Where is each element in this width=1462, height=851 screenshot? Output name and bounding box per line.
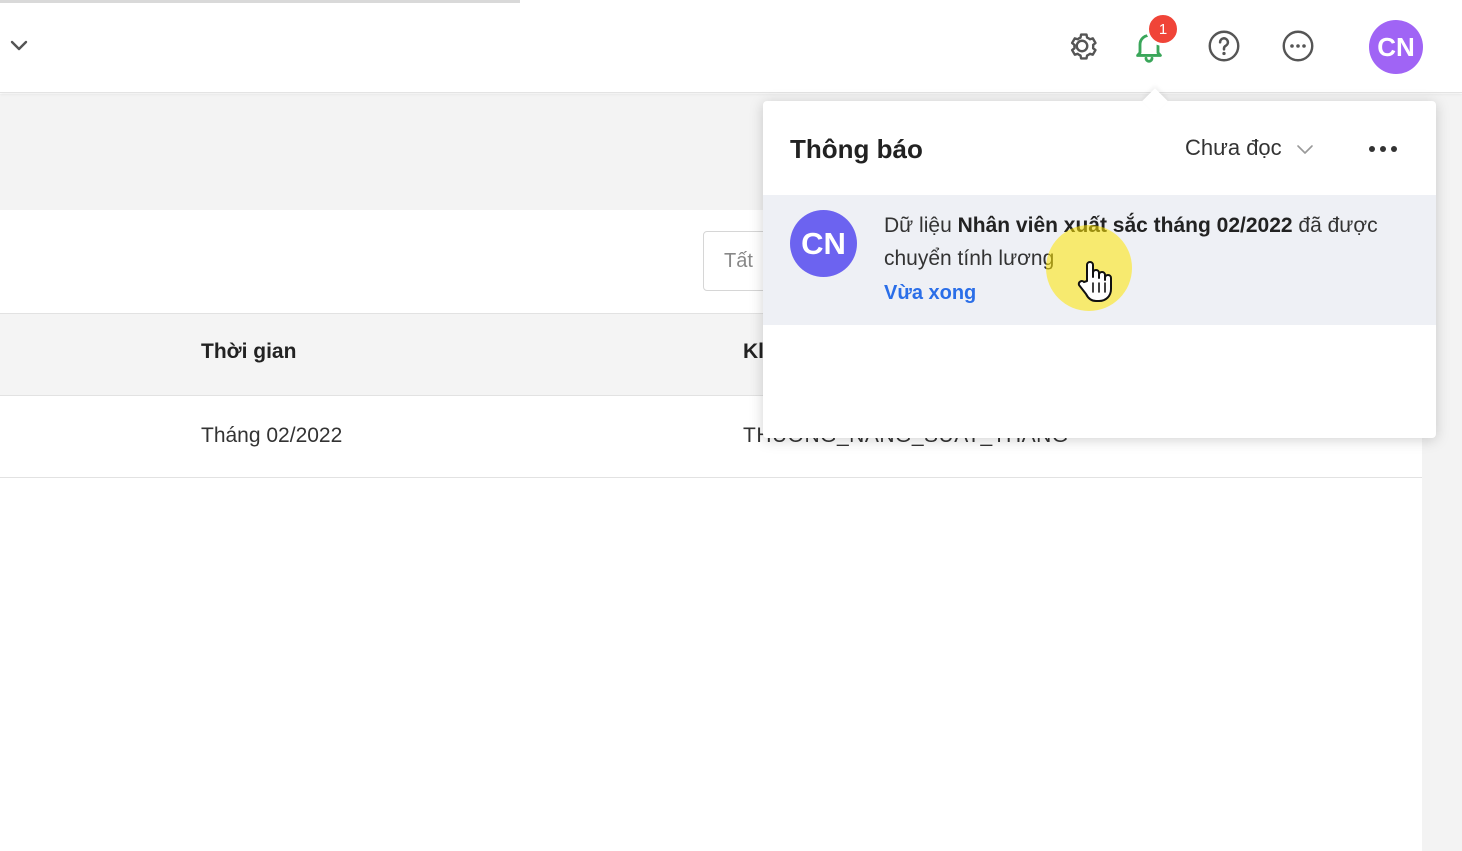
table-cell-time: Tháng 02/2022 <box>201 424 343 447</box>
help-icon[interactable] <box>1205 27 1243 65</box>
loading-bar <box>0 0 520 3</box>
top-bar: 1 CN <box>0 0 1462 93</box>
notification-avatar: CN <box>790 210 857 277</box>
panel-title: Thông báo <box>790 134 923 164</box>
notification-message: Dữ liệu Nhân viên xuất sắc tháng 02/2022… <box>884 209 1404 275</box>
more-options-icon[interactable] <box>1279 27 1317 65</box>
notification-count-badge: 1 <box>1146 12 1180 46</box>
chevron-down-icon[interactable] <box>8 34 30 56</box>
column-header-code[interactable]: Kl <box>743 340 764 364</box>
notifications-panel: Thông báo Chưa đọc CN Dữ liệu Nhân viên … <box>763 101 1436 438</box>
chevron-down-icon <box>1296 135 1314 161</box>
column-header-time[interactable]: Thời gian <box>201 340 296 364</box>
more-horizontal-icon[interactable] <box>1361 133 1405 165</box>
gear-icon[interactable] <box>1063 27 1101 65</box>
unread-filter-dropdown[interactable]: Chưa đọc <box>1185 135 1314 161</box>
user-avatar[interactable]: CN <box>1369 20 1423 74</box>
filter-label: Chưa đọc <box>1185 135 1282 160</box>
message-bold: Nhân viên xuất sắc tháng 02/2022 <box>957 214 1293 237</box>
notification-item[interactable]: CN Dữ liệu Nhân viên xuất sắc tháng 02/2… <box>763 195 1436 325</box>
notification-time[interactable]: Vừa xong <box>884 282 976 305</box>
message-prefix: Dữ liệu <box>884 214 958 237</box>
